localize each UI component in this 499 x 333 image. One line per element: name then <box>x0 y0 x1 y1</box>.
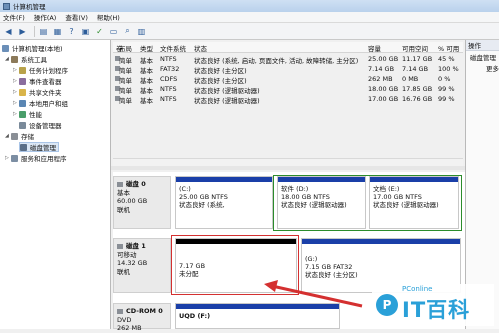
watermark-pconline: PConline <box>402 285 433 293</box>
watermark: P PConline IT百科 <box>372 284 494 326</box>
watermark-brand: IT百科 <box>402 298 471 322</box>
annotation-arrow <box>264 280 363 308</box>
arrow-line <box>271 284 363 308</box>
arrow-head-icon <box>264 280 278 292</box>
pconline-logo-icon: P <box>376 294 398 316</box>
